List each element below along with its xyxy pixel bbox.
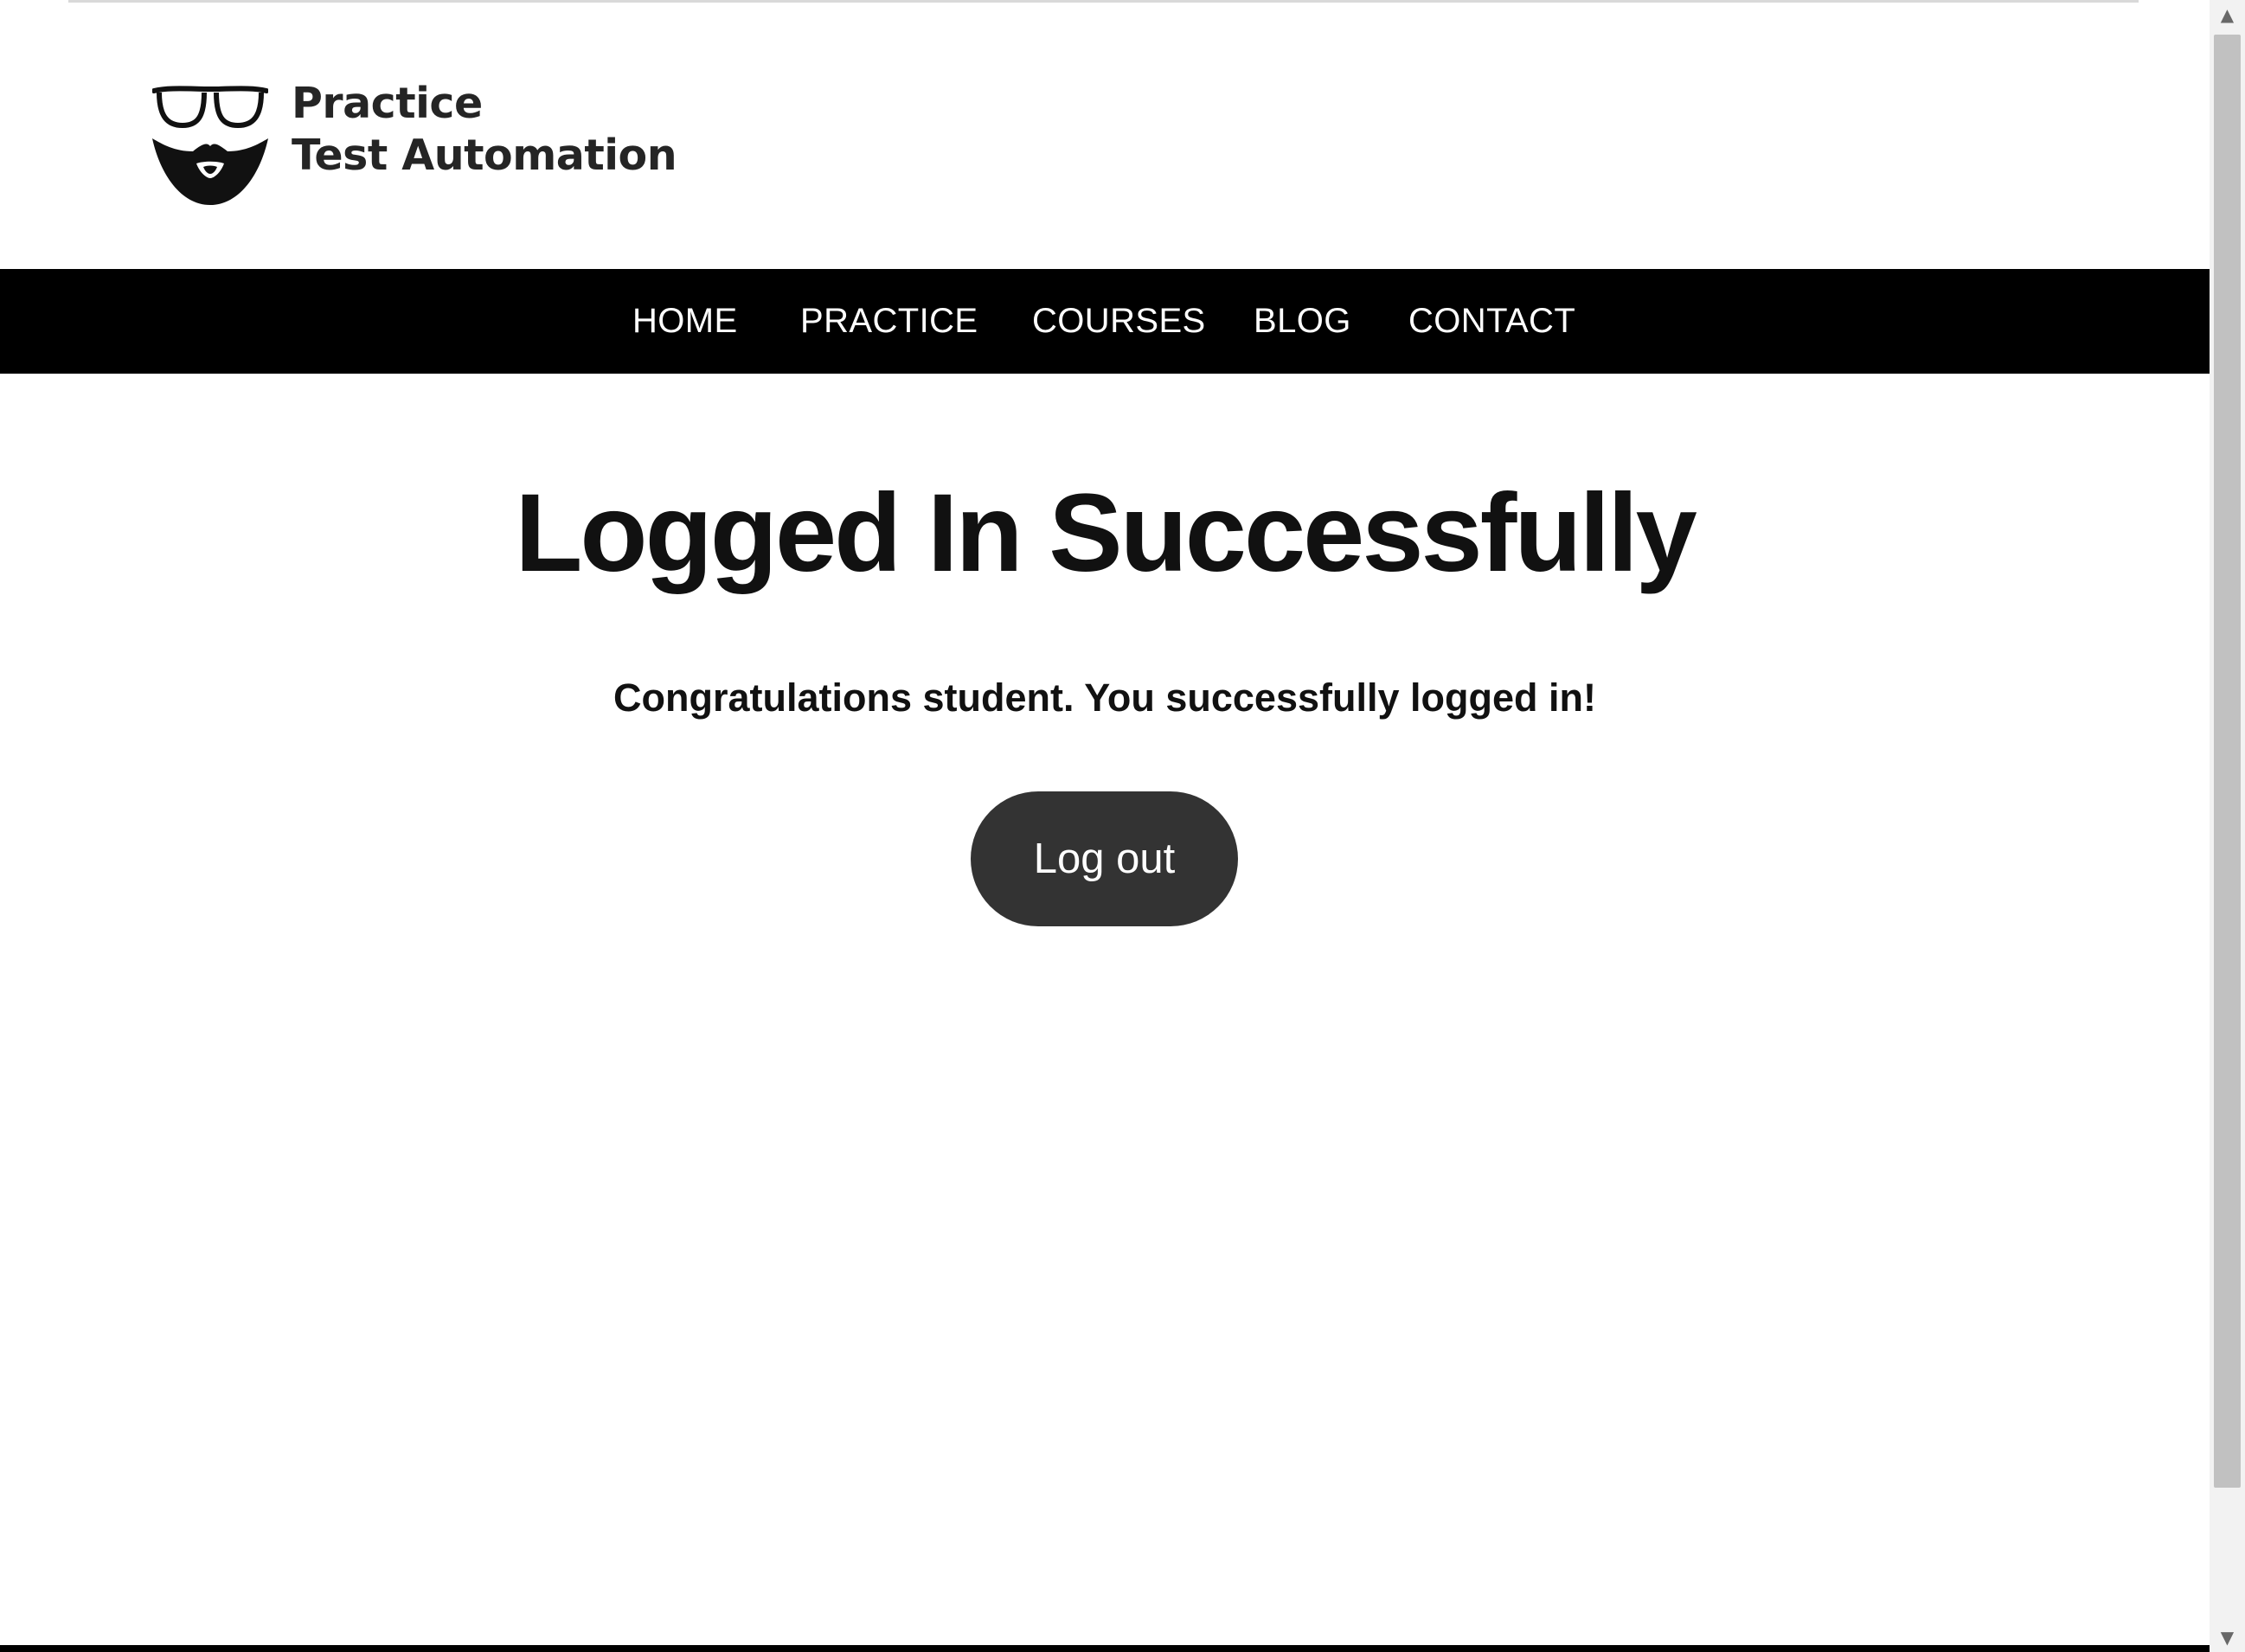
main-navigation: HOME PRACTICE COURSES BLOG CONTACT [0,269,2210,374]
success-message: Congratulations student. You successfull… [613,676,1596,720]
logo-text: Practice Test Automation [292,78,677,182]
main-content: Logged In Successfully Congratulations s… [0,374,2210,1645]
page-title: Logged In Successfully [515,471,1697,595]
chevron-up-icon[interactable]: ▲ [2210,0,2245,29]
nav-link-courses[interactable]: COURSES [1032,269,1206,374]
page: Practice Test Automation HOME PRACTICE C… [0,0,2245,1652]
nav-link-contact[interactable]: CONTACT [1408,269,1575,374]
top-divider [68,0,2139,3]
nav-item-home: HOME [632,269,738,374]
nav-link-practice[interactable]: PRACTICE [800,269,978,374]
nav-item-contact: CONTACT [1408,269,1575,374]
footer-bar [0,1645,2210,1652]
chevron-down-icon[interactable]: ▼ [2210,1623,2245,1652]
logo-line-practice: Practice [292,79,483,128]
logo-line-test-automation: Test Automation [292,131,677,180]
beard-icon [152,138,268,205]
nav-link-home[interactable]: HOME [632,269,738,374]
scrollbar-thumb[interactable] [2214,35,2241,1488]
nav-item-courses: COURSES [1032,269,1206,374]
vertical-scrollbar[interactable]: ▲ ▼ [2210,0,2245,1652]
glasses-icon [152,86,268,128]
nav-link-blog[interactable]: BLOG [1254,269,1351,374]
logo-mark [152,86,268,205]
nav-item-practice: PRACTICE [800,269,978,374]
site-logo-link[interactable]: Practice Test Automation [152,78,677,208]
logout-button[interactable]: Log out [971,791,1238,926]
nav-item-blog: BLOG [1254,269,1351,374]
